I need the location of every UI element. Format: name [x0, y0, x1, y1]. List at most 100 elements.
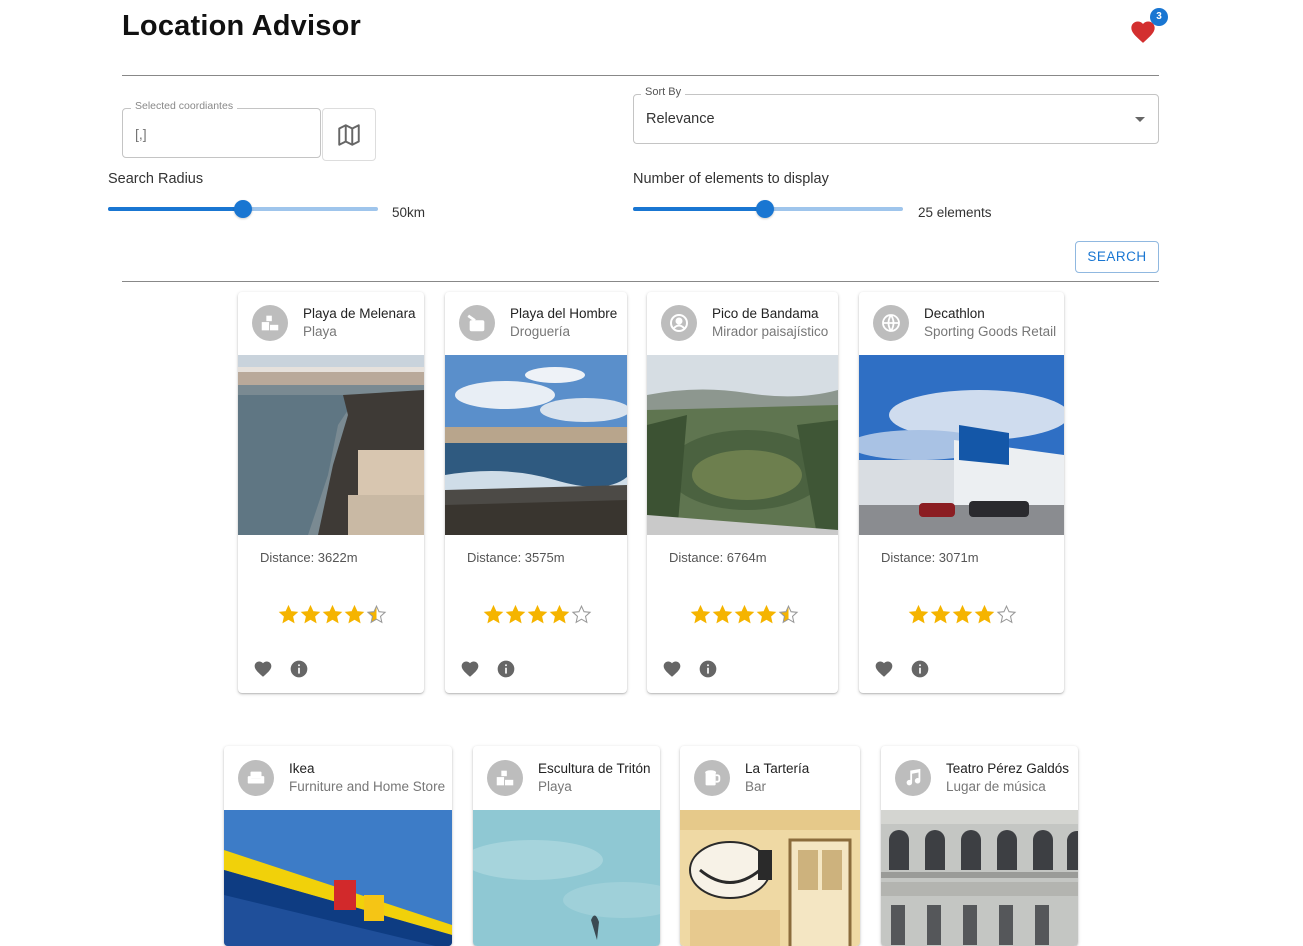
- star-full-icon: [690, 604, 711, 624]
- card-title: Teatro Pérez Galdós: [946, 761, 1070, 776]
- location-photo: [238, 355, 424, 535]
- avatar: [873, 305, 909, 341]
- beer-mug-icon: [705, 770, 721, 786]
- search-radius-label: Search Radius: [108, 171, 204, 187]
- location-card: Escultura de Tritón Playa: [473, 746, 660, 946]
- map-picker-button[interactable]: [322, 108, 376, 161]
- info-button[interactable]: [698, 659, 718, 679]
- rating-stars: [278, 604, 387, 625]
- location-photo: [680, 810, 860, 946]
- filters-divider: [122, 281, 1159, 282]
- card-title: Escultura de Tritón: [538, 761, 651, 776]
- favorites-count-badge: 3: [1150, 8, 1168, 26]
- rating-stars: [908, 604, 1017, 625]
- element-count-thumb[interactable]: [756, 200, 774, 218]
- page-title: Location Advisor: [122, 10, 361, 42]
- star-full-icon: [974, 604, 995, 624]
- card-distance: Distance: 3575m: [467, 550, 565, 565]
- location-card: Decathlon Sporting Goods Retail Distance…: [859, 292, 1064, 693]
- sort-by-label: Sort By: [641, 86, 686, 98]
- location-card: La Tartería Bar: [680, 746, 860, 946]
- favorite-button[interactable]: [460, 659, 480, 679]
- star-full-icon: [930, 604, 951, 624]
- coordinates-label: Selected coordiantes: [131, 100, 238, 112]
- avatar: [252, 305, 288, 341]
- avatar: [694, 760, 730, 796]
- favorite-button[interactable]: [662, 659, 682, 679]
- star-full-icon: [278, 604, 299, 624]
- star-empty-icon: [996, 604, 1017, 624]
- info-button[interactable]: [496, 659, 516, 679]
- star-half-icon: [778, 604, 799, 624]
- heart-icon: [461, 661, 479, 677]
- search-button[interactable]: SEARCH: [1075, 241, 1159, 273]
- armchair-icon: [247, 771, 265, 784]
- card-subtitle: Lugar de música: [946, 779, 1046, 794]
- info-icon: [699, 660, 717, 678]
- element-count-slider-fill: [633, 207, 765, 211]
- card-title: Decathlon: [924, 306, 985, 321]
- avatar: [459, 305, 495, 341]
- favorite-button[interactable]: [874, 659, 894, 679]
- chevron-down-icon: [1135, 117, 1145, 122]
- sort-by-value: Relevance: [646, 111, 715, 127]
- location-photo: [859, 355, 1064, 535]
- star-full-icon: [322, 604, 343, 624]
- card-subtitle: Furniture and Home Store: [289, 779, 446, 794]
- location-card: Playa de Melenara Playa Distance: 3622m: [238, 292, 424, 693]
- pharmacy-icon: [467, 314, 485, 332]
- card-subtitle: Playa: [303, 324, 337, 339]
- star-half-icon: [366, 604, 387, 624]
- heart-icon: [875, 661, 893, 677]
- rating-stars: [690, 604, 799, 625]
- star-full-icon: [952, 604, 973, 624]
- location-card: Teatro Pérez Galdós Lugar de música: [881, 746, 1078, 946]
- search-radius-thumb[interactable]: [234, 200, 252, 218]
- avatar: [487, 760, 523, 796]
- card-title: La Tartería: [745, 761, 810, 776]
- star-full-icon: [712, 604, 733, 624]
- search-radius-slider-fill: [108, 207, 243, 211]
- avatar: [238, 760, 274, 796]
- star-full-icon: [483, 604, 504, 624]
- beach-icon: [261, 315, 279, 331]
- card-subtitle: Sporting Goods Retail: [924, 324, 1057, 339]
- card-distance: Distance: 3071m: [881, 550, 979, 565]
- location-photo: [647, 355, 838, 535]
- star-full-icon: [549, 604, 570, 624]
- heart-icon: [663, 661, 681, 677]
- star-full-icon: [505, 604, 526, 624]
- card-title: Pico de Bandama: [712, 306, 819, 321]
- star-empty-icon: [571, 604, 592, 624]
- card-subtitle: Mirador paisajístico: [712, 324, 829, 339]
- star-full-icon: [756, 604, 777, 624]
- star-full-icon: [527, 604, 548, 624]
- star-full-icon: [908, 604, 929, 624]
- location-photo: [445, 355, 627, 535]
- card-title: Playa del Hombre: [510, 306, 618, 321]
- beach-icon: [496, 770, 514, 786]
- info-button[interactable]: [910, 659, 930, 679]
- location-photo: [473, 810, 660, 946]
- info-button[interactable]: [289, 659, 309, 679]
- card-title: Playa de Melenara: [303, 306, 416, 321]
- card-subtitle: Droguería: [510, 324, 571, 339]
- element-count-value: 25 elements: [918, 205, 992, 220]
- info-icon: [290, 660, 308, 678]
- map-icon: [338, 123, 360, 146]
- location-photo: [881, 810, 1078, 946]
- favorite-button[interactable]: [253, 659, 273, 679]
- avatar: [661, 305, 697, 341]
- card-subtitle: Playa: [538, 779, 572, 794]
- search-radius-value: 50km: [392, 205, 426, 220]
- viewpoint-icon: [670, 314, 688, 332]
- star-full-icon: [344, 604, 365, 624]
- location-card: Pico de Bandama Mirador paisajístico Dis…: [647, 292, 838, 693]
- card-title: Ikea: [289, 761, 315, 776]
- element-count-label: Number of elements to display: [633, 171, 829, 187]
- card-distance: Distance: 6764m: [669, 550, 767, 565]
- rating-stars: [483, 604, 592, 625]
- coordinates-input[interactable]: [135, 126, 305, 142]
- star-full-icon: [734, 604, 755, 624]
- location-card: Ikea Furniture and Home Store: [224, 746, 452, 946]
